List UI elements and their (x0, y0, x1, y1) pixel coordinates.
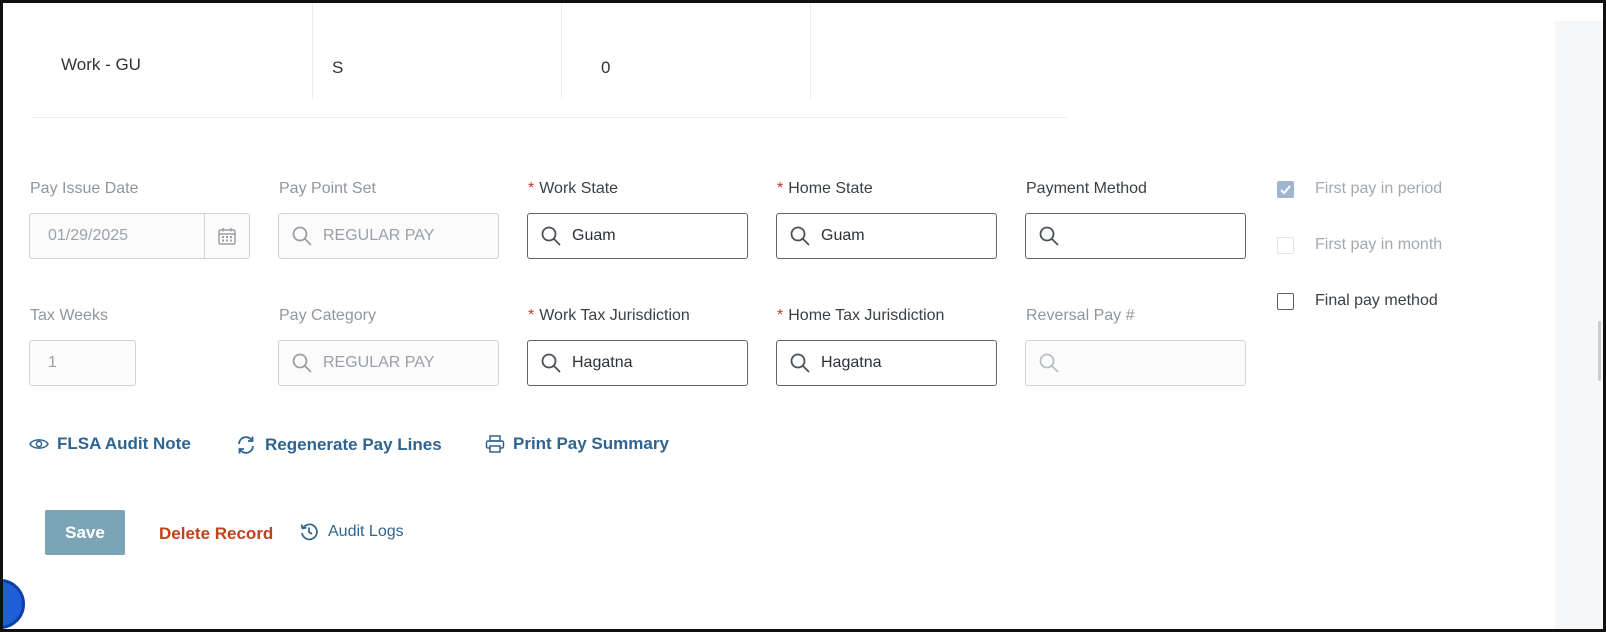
search-icon (292, 353, 312, 373)
pay-point-set-value: REGULAR PAY (323, 227, 435, 244)
pay-issue-date-label: Pay Issue Date (30, 180, 139, 197)
home-state-value: Guam (821, 227, 865, 244)
payment-method-field[interactable] (1025, 213, 1246, 259)
search-icon (541, 353, 561, 373)
calendar-button[interactable] (204, 214, 249, 258)
search-icon (1039, 226, 1059, 246)
work-state-label-text: Work State (539, 180, 619, 197)
table-cell: S (312, 3, 562, 99)
first-pay-in-month-checkbox: First pay in month (1277, 236, 1442, 254)
pay-point-set-field: REGULAR PAY (278, 213, 499, 259)
allowance-value: 0 (601, 58, 611, 77)
work-state-field[interactable]: Guam (527, 213, 748, 259)
work-state-label: * Work State (528, 180, 618, 198)
home-tax-jurisdiction-label: * Home Tax Jurisdiction (777, 307, 944, 325)
home-tax-jurisdiction-field[interactable]: Hagatna (776, 340, 997, 386)
pay-issue-date-field: 01/29/2025 (29, 213, 250, 259)
work-tax-jurisdiction-value: Hagatna (572, 354, 633, 371)
work-state-value: Guam (572, 227, 616, 244)
work-tax-jurisdiction-label-text: Work Tax Jurisdiction (539, 307, 690, 324)
flsa-audit-note-label: FLSA Audit Note (57, 434, 191, 453)
work-tax-jurisdiction-field[interactable]: Hagatna (527, 340, 748, 386)
save-button[interactable]: Save (45, 510, 125, 555)
work-location-value: Work - GU (61, 55, 141, 74)
payment-method-label: Payment Method (1026, 180, 1147, 197)
home-state-label: * Home State (777, 180, 873, 198)
reversal-pay-label: Reversal Pay # (1026, 307, 1135, 324)
history-icon (300, 523, 318, 541)
search-icon (541, 226, 561, 246)
refresh-icon (238, 436, 254, 454)
search-icon (790, 226, 810, 246)
table-cell: Work - GU (33, 3, 313, 99)
home-tax-jurisdiction-label-text: Home Tax Jurisdiction (788, 307, 945, 324)
pay-issue-date-value: 01/29/2025 (48, 227, 129, 244)
first-pay-in-month-label: First pay in month (1315, 236, 1443, 253)
pay-category-value: REGULAR PAY (323, 354, 435, 371)
final-pay-method-label: Final pay method (1315, 292, 1438, 309)
required-marker: * (777, 180, 784, 197)
eye-icon (29, 439, 49, 449)
tax-status-value: S (332, 58, 344, 77)
required-marker: * (528, 180, 535, 197)
search-icon (1039, 353, 1059, 373)
calendar-icon (218, 228, 236, 245)
tax-weeks-value: 1 (48, 354, 57, 371)
work-tax-jurisdiction-label: * Work Tax Jurisdiction (528, 307, 690, 325)
required-marker: * (528, 307, 535, 324)
pay-record-panel: Work - GU S 0 Pay Issue Date Pay Point S… (0, 0, 1606, 632)
search-icon (292, 226, 312, 246)
checkbox[interactable] (1277, 292, 1294, 310)
check-icon (1280, 184, 1291, 194)
audit-logs-link[interactable]: Audit Logs (299, 522, 404, 542)
scrollbar-thumb[interactable] (1598, 321, 1601, 381)
print-pay-summary-label: Print Pay Summary (513, 434, 669, 453)
pay-category-label: Pay Category (279, 307, 376, 324)
final-pay-method-checkbox[interactable]: Final pay method (1277, 292, 1438, 310)
table-row: Work - GU S 0 (33, 3, 1067, 118)
tax-weeks-field: 1 (29, 340, 136, 386)
first-pay-in-period-checkbox: First pay in period (1277, 180, 1442, 198)
table-cell: 0 (561, 3, 811, 99)
delete-record-link[interactable]: Delete Record (159, 524, 273, 544)
flsa-audit-note-link[interactable]: FLSA Audit Note (29, 434, 191, 454)
home-state-field[interactable]: Guam (776, 213, 997, 259)
floating-help-button[interactable] (3, 579, 25, 629)
pay-point-set-label: Pay Point Set (279, 180, 376, 197)
pay-category-field: REGULAR PAY (278, 340, 499, 386)
regenerate-pay-lines-label: Regenerate Pay Lines (265, 435, 442, 454)
required-marker: * (777, 307, 784, 324)
printer-icon (485, 435, 505, 453)
first-pay-in-period-label: First pay in period (1315, 180, 1443, 197)
checkbox (1277, 236, 1294, 254)
print-pay-summary-link[interactable]: Print Pay Summary (485, 434, 669, 454)
checkbox (1277, 180, 1294, 198)
regenerate-pay-lines-link[interactable]: Regenerate Pay Lines (235, 434, 442, 456)
audit-logs-label: Audit Logs (328, 523, 404, 540)
reversal-pay-field (1025, 340, 1246, 386)
tax-weeks-label: Tax Weeks (30, 307, 108, 324)
search-icon (790, 353, 810, 373)
home-state-label-text: Home State (788, 180, 873, 197)
right-gutter (1555, 21, 1603, 629)
home-tax-jurisdiction-value: Hagatna (821, 354, 882, 371)
